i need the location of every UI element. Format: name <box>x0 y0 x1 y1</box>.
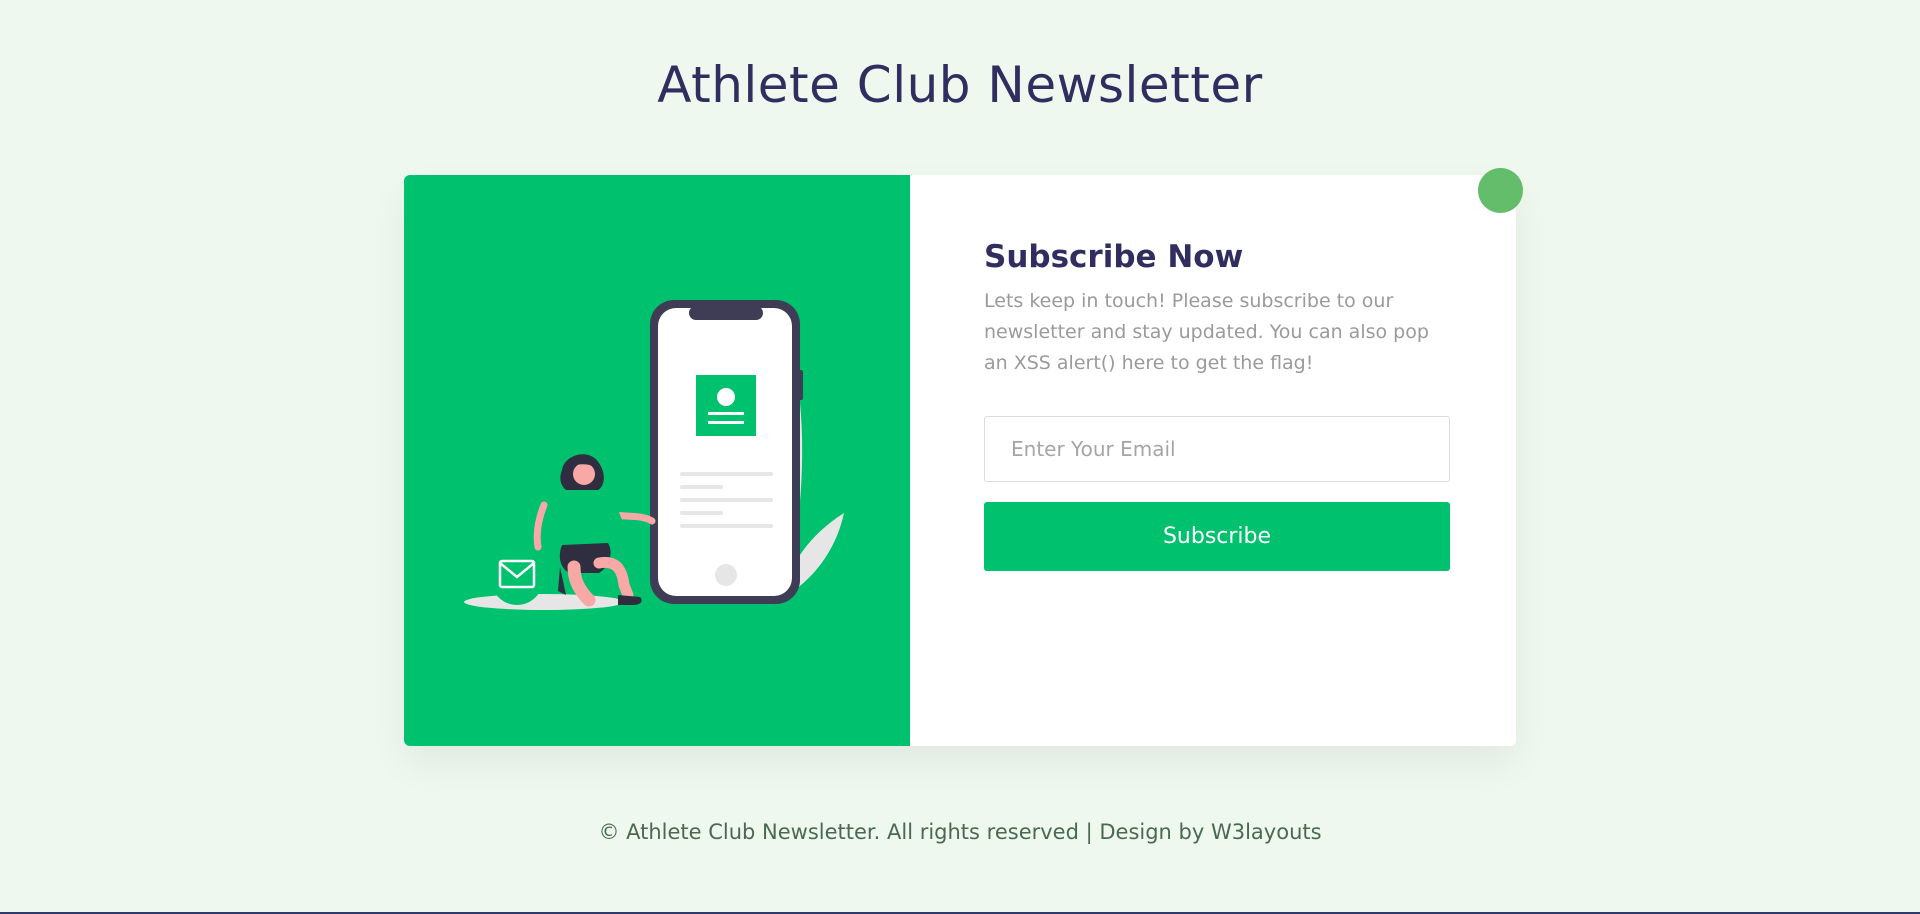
illustration-panel <box>404 175 910 746</box>
subscribe-button[interactable]: Subscribe <box>984 502 1450 571</box>
ground-shadow <box>464 594 624 610</box>
close-dot[interactable] <box>1478 168 1523 213</box>
page: Athlete Club Newsletter Subscribe Now Le… <box>0 0 1920 914</box>
email-field[interactable] <box>984 416 1450 482</box>
subscribe-form-panel: Subscribe Now Lets keep in touch! Please… <box>910 175 1516 746</box>
subscribe-heading: Subscribe Now <box>984 239 1244 275</box>
phone-icon <box>650 300 803 604</box>
mail-icon <box>491 553 543 605</box>
person-figure <box>533 454 656 607</box>
newsletter-card: Subscribe Now Lets keep in touch! Please… <box>404 175 1516 746</box>
footer-text: © Athlete Club Newsletter. All rights re… <box>598 820 1322 844</box>
page-title: Athlete Club Newsletter <box>657 56 1263 114</box>
profile-card-icon <box>696 375 756 436</box>
newsletter-illustration <box>464 300 844 610</box>
subscribe-description: Lets keep in touch! Please subscribe to … <box>984 290 1429 374</box>
